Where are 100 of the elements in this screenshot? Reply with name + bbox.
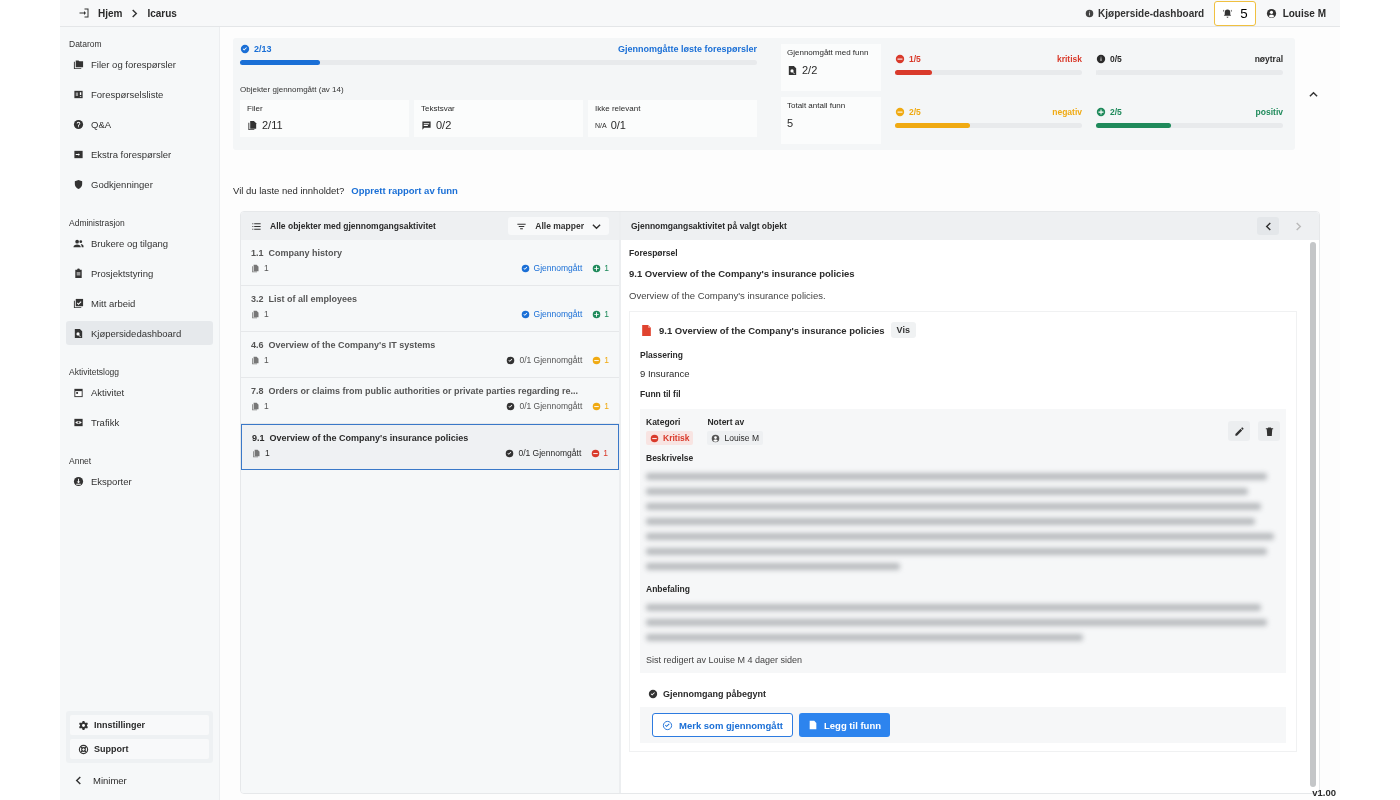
- sidebar-item[interactable]: Ekstra forespørsler: [66, 142, 213, 166]
- notifications-button[interactable]: 5: [1214, 0, 1256, 26]
- chevron-icon: [74, 776, 83, 785]
- category-tag: Kritisk: [646, 431, 694, 445]
- sidebar-item[interactable]: Trafikk: [66, 410, 213, 434]
- object-list-item[interactable]: 1.1 Company history 1 Gjennomgått 1: [241, 240, 619, 286]
- previous-button[interactable]: [1257, 217, 1279, 235]
- clipboard-icon: [73, 267, 84, 279]
- findings-label: Gjennomgått med funn: [787, 48, 870, 57]
- sidebar-item[interactable]: Prosjektstyring: [66, 261, 213, 285]
- object-list-item[interactable]: 9.1 Overview of the Company's insurance policies 1 0/1 Gjennomgått 1: [241, 424, 619, 470]
- mark-reviewed-button[interactable]: Merk som gjennomgått: [652, 713, 793, 737]
- check-circle-icon: [506, 401, 516, 411]
- sidebar-section-title: Annet: [68, 456, 93, 466]
- objects-title: Objekter gjennomgått (av 14): [240, 85, 345, 94]
- sidebar-item[interactable]: Godkjenninger: [66, 172, 213, 196]
- breadcrumb-link[interactable]: Icarus: [147, 7, 177, 19]
- edit-button[interactable]: [1228, 421, 1250, 441]
- user-icon: [711, 433, 721, 443]
- eye-icon: [73, 416, 84, 428]
- minus-circle-icon: [650, 433, 659, 443]
- files-icon: [251, 263, 260, 273]
- chevron-icon: [1293, 221, 1303, 231]
- findings-label: Totalt antall funn: [787, 101, 847, 110]
- check-circle-icon: [240, 44, 250, 54]
- meter-label: kritisk: [1056, 54, 1082, 64]
- chevron-icon: [592, 221, 601, 231]
- description-label: Beskrivelse: [646, 453, 695, 463]
- object-list-item[interactable]: 4.6 Overview of the Company's IT systems 1 0/1 Gjennomgått 1: [241, 332, 619, 378]
- check-circle-icon: [520, 263, 530, 273]
- list-icon: [73, 88, 84, 100]
- meter-count: 2/5: [909, 107, 921, 117]
- detail-title: Gjennomgangsaktivitet på valgt objekt: [631, 221, 787, 231]
- check-circle-icon: [648, 689, 658, 699]
- view-button[interactable]: Vis: [890, 322, 916, 338]
- stat-value: 0/2: [436, 119, 452, 131]
- files-icon: [247, 119, 258, 131]
- sidebar-item[interactable]: Brukere og tilgang: [66, 231, 213, 255]
- object-list-item[interactable]: 3.2 List of all employees 1 Gjennomgått 1: [241, 286, 619, 332]
- chevron-icon: [1263, 221, 1273, 231]
- files-icon: [251, 309, 260, 319]
- check-circle-icon: [505, 448, 515, 458]
- sidebar-section-title: Administrasjon: [68, 218, 126, 228]
- request-label: Forespørsel: [629, 248, 679, 258]
- user-tag: Louise M: [707, 431, 763, 445]
- progress-count: 2/13: [254, 44, 272, 54]
- shield-icon: [73, 178, 84, 190]
- files-icon: [251, 401, 260, 411]
- meter-label: negativ: [1052, 107, 1082, 117]
- sidebar-item[interactable]: Eksporter: [66, 469, 213, 493]
- check-circle-icon: [506, 355, 516, 365]
- checklist-icon: [73, 297, 84, 309]
- folders-icon: [73, 58, 84, 70]
- bell-icon: [1222, 7, 1234, 19]
- sidebar-footer-item[interactable]: Support: [70, 739, 209, 759]
- edited-note: Sist redigert av Louise M 4 dager siden: [646, 655, 804, 665]
- findings-value: 2/2: [802, 64, 818, 76]
- collapse-icon: [1309, 90, 1318, 99]
- download-question: Vil du laste ned innholdet?: [233, 185, 345, 196]
- download-icon: [73, 475, 84, 487]
- folder-filter-dropdown[interactable]: Alle mapper: [508, 217, 609, 235]
- review-status: Gjennomgang påbegynt: [663, 689, 766, 699]
- breadcrumb-separator-icon: [130, 8, 140, 18]
- list-icon: [251, 220, 262, 232]
- document-search-icon: [787, 64, 798, 76]
- sidebar-item[interactable]: Aktivitet: [66, 380, 213, 404]
- add-finding-button[interactable]: Legg til funn: [799, 713, 890, 737]
- dashboard-link[interactable]: Kjøperside-dashboard: [1085, 7, 1205, 19]
- pdf-file-icon: [640, 323, 653, 337]
- sidebar-item[interactable]: Filer og forespørsler: [66, 52, 213, 76]
- noted-by-label: Notert av: [707, 417, 746, 427]
- trash-icon: [1263, 425, 1275, 437]
- info-icon: [1085, 8, 1095, 18]
- sidebar-item[interactable]: Mitt arbeid: [66, 291, 213, 315]
- sidebar-item[interactable]: Forespørselsliste: [66, 82, 213, 106]
- meter-label: positiv: [1255, 107, 1283, 117]
- reviewed-requests-link[interactable]: Gjennomgåtte løste forespørsler: [617, 44, 757, 54]
- user-icon: [1265, 7, 1277, 19]
- delete-button[interactable]: [1258, 421, 1280, 441]
- request-title: 9.1 Overview of the Company's insurance policies: [629, 268, 856, 279]
- breadcrumb-link[interactable]: Hjem: [98, 7, 123, 19]
- sidebar-item[interactable]: Kjøpersidedashboard: [66, 321, 213, 345]
- document-search-icon: [73, 327, 84, 339]
- location-value: 9 Insurance: [640, 368, 691, 379]
- sidebar-footer-item[interactable]: Innstillinger: [70, 715, 209, 735]
- create-report-link[interactable]: Opprett rapport av funn: [351, 185, 458, 196]
- recommendation-label: Anbefaling: [646, 584, 691, 594]
- category-label: Kategori: [646, 417, 682, 427]
- stat-value: 0/1: [610, 119, 626, 131]
- minimize-button[interactable]: Minimer: [66, 775, 213, 786]
- stat-label: Filer: [247, 104, 264, 113]
- meter-count: 0/5: [1110, 54, 1122, 64]
- stat-value: 2/11: [262, 119, 283, 131]
- findings-value: 5: [787, 117, 794, 129]
- sidebar-item[interactable]: Q&A: [66, 112, 213, 136]
- user-menu[interactable]: Louise M: [1265, 7, 1326, 19]
- findings-heading: Funn til fil: [640, 389, 682, 399]
- comment-icon: [421, 119, 432, 131]
- meter-label: nøytral: [1254, 54, 1283, 64]
- question-icon: [73, 118, 84, 130]
